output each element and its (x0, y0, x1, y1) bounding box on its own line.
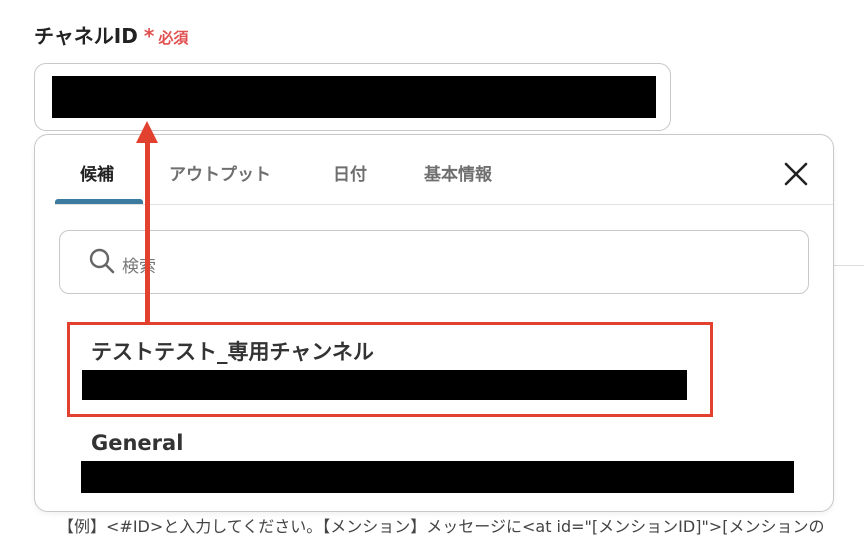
background-divider (834, 265, 864, 266)
tab-bar: 候補 アウトプット 日付 基本情報 (35, 135, 833, 205)
annotation-arrow-head (136, 121, 158, 143)
search-icon (89, 248, 115, 274)
tab-divider (55, 204, 833, 205)
close-button[interactable] (781, 159, 811, 189)
suggestion-panel: 候補 アウトプット 日付 基本情報 検索 テストテスト_専用チャンネル Gene… (34, 134, 834, 512)
tab-candidates[interactable]: 候補 (80, 160, 114, 185)
close-icon (784, 162, 808, 186)
search-input[interactable]: 検索 (59, 230, 809, 294)
background-help-text: 【例】<#ID>と入力してください。【メンション】メッセージに<at id="[… (58, 517, 825, 536)
redacted-option-id (81, 461, 794, 493)
search-placeholder: 検索 (122, 257, 156, 277)
tab-output[interactable]: アウトプット (169, 160, 271, 185)
annotation-arrow-shaft (145, 141, 150, 324)
required-text: 必須 (158, 29, 189, 47)
tab-date[interactable]: 日付 (333, 160, 367, 185)
redacted-value (52, 76, 656, 118)
highlight-annotation (67, 322, 713, 417)
channel-id-input[interactable] (34, 63, 671, 131)
option-name: General (91, 431, 184, 455)
channel-id-label-text: チャネルID (34, 24, 138, 48)
channel-id-label: チャネルID * 必須 (34, 20, 188, 49)
tab-basic-info[interactable]: 基本情報 (424, 160, 492, 185)
option-channel-general[interactable]: General (55, 427, 795, 499)
required-asterisk: * (143, 24, 155, 48)
